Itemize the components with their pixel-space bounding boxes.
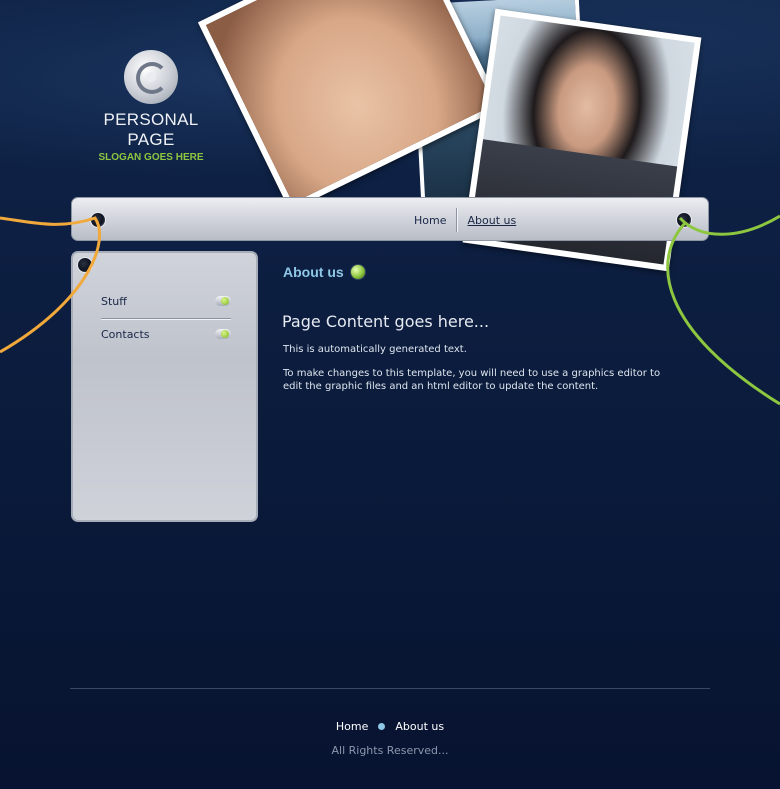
sidebar-item-label: Contacts: [101, 327, 150, 341]
site-title: PERSONAL PAGE: [103, 110, 199, 149]
sidebar-item-label: Stuff: [101, 294, 127, 308]
bullet-icon: [378, 723, 386, 730]
site-slogan: SLOGAN GOES HERE: [98, 152, 204, 163]
top-navigation-bar: Home About us: [71, 197, 709, 241]
content-paragraph: To make changes to this template, you wi…: [283, 368, 661, 392]
sidebar-menu: Stuff Contacts: [71, 251, 258, 522]
nav-about-link[interactable]: About us: [457, 214, 526, 227]
content-paragraph: This is automatically generated text.: [283, 344, 467, 355]
nav-links: Home About us: [404, 208, 526, 232]
page-heading: Page Content goes here...: [282, 312, 490, 331]
copyright-text: All Rights Reserved...: [331, 744, 449, 757]
sidebar-divider: [101, 318, 231, 319]
logo[interactable]: PERSONAL PAGE SLOGAN GOES HERE: [84, 50, 218, 163]
footer-about-link[interactable]: About us: [395, 720, 444, 733]
green-orb-icon: [349, 264, 366, 280]
sidebar-item-contacts[interactable]: Contacts: [101, 324, 231, 344]
nav-home-link[interactable]: Home: [404, 214, 456, 227]
footer-home-link[interactable]: Home: [336, 720, 368, 733]
rivet-icon: [676, 212, 692, 228]
footer-navigation: Home About us: [0, 720, 780, 733]
green-cord: [666, 214, 780, 406]
logo-icon: [124, 50, 178, 104]
section-title: About us: [283, 264, 344, 280]
footer-divider: [70, 688, 710, 689]
green-bullet-icon: [215, 329, 231, 339]
section-header: About us: [283, 264, 366, 280]
rivet-icon: [90, 212, 106, 228]
green-bullet-icon: [215, 296, 231, 306]
rivet-icon: [77, 257, 93, 273]
sidebar-item-stuff[interactable]: Stuff: [101, 291, 231, 311]
